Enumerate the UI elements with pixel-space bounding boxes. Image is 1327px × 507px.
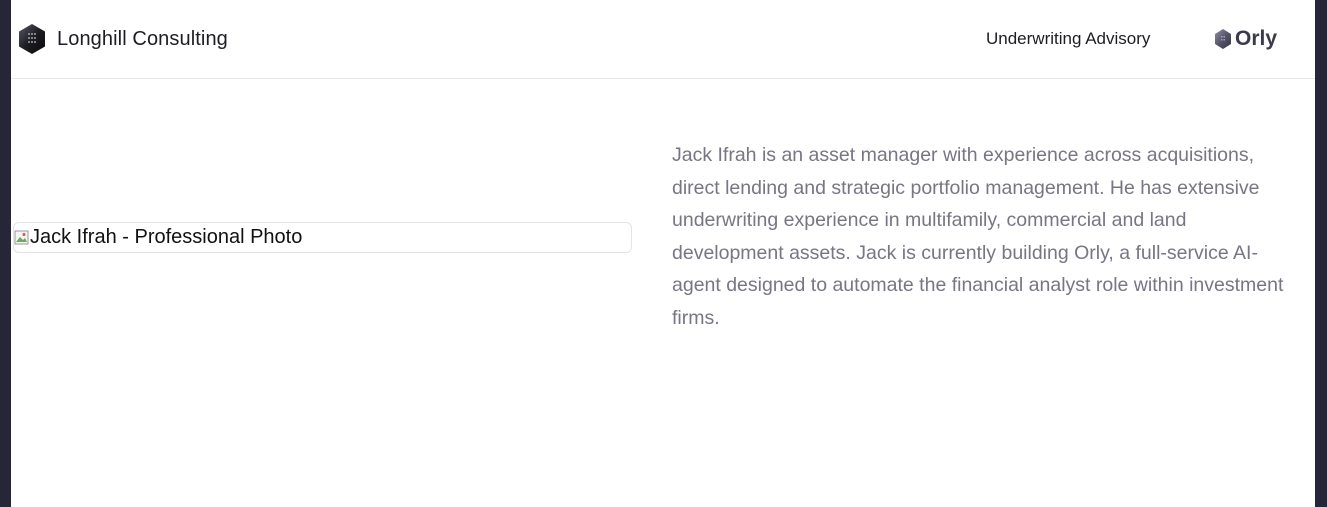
hexagon-logo-icon [19, 24, 45, 54]
broken-image-icon [14, 230, 29, 244]
orly-link[interactable]: Orly [1214, 26, 1277, 52]
nav-link-underwriting-advisory[interactable]: Underwriting Advisory [986, 29, 1150, 49]
brand-name: Longhill Consulting [57, 27, 228, 50]
brand-home-link[interactable]: Longhill Consulting [18, 22, 228, 56]
bio-paragraph: Jack Ifrah is an asset manager with expe… [672, 144, 1284, 329]
photo-alt-text: Jack Ifrah - Professional Photo [30, 226, 303, 248]
hexagon-logo-icon [1215, 29, 1231, 49]
orly-label: Orly [1235, 27, 1278, 50]
page-frame: Longhill Consulting Underwriting Advisor… [11, 0, 1315, 507]
top-navbar: Longhill Consulting Underwriting Advisor… [11, 0, 1315, 79]
profile-photo: Jack Ifrah - Professional Photo [13, 222, 632, 253]
